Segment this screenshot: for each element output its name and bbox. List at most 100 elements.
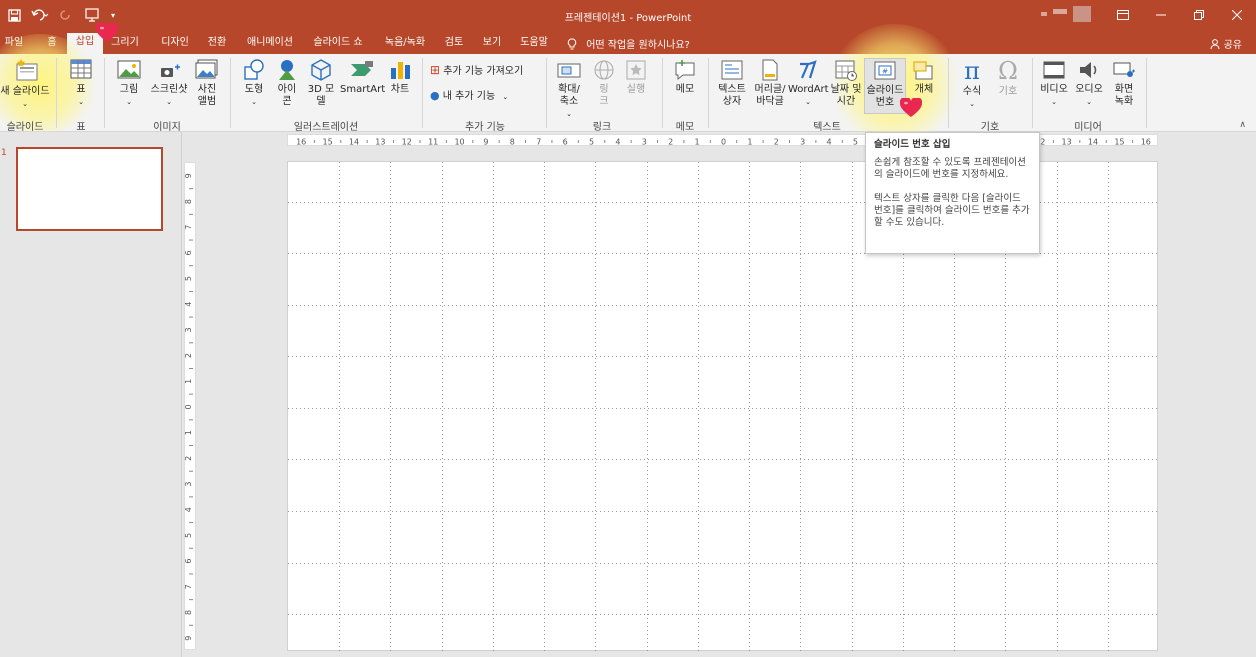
dropdown-arrow-icon: ⌄ xyxy=(1051,98,1057,106)
object-icon xyxy=(913,61,933,80)
ruler-label: 6 xyxy=(185,250,193,255)
icons-label: 아이콘 xyxy=(277,84,297,107)
group-label-comments: 메모 xyxy=(675,122,695,133)
ruler-label: 13 xyxy=(1062,138,1072,147)
calendar-icon xyxy=(835,60,857,81)
tab-slideshow[interactable]: 슬라이드 쇼 xyxy=(307,34,369,54)
header-footer-button[interactable]: 머리글/바닥글 xyxy=(750,58,790,108)
shapes-icon xyxy=(244,59,264,80)
3d-models-button[interactable]: 3D 모델 xyxy=(304,58,338,108)
action-button[interactable]: 실행 xyxy=(622,58,650,96)
comment-button[interactable]: 메모 xyxy=(668,58,702,96)
header-footer-label: 머리글/바닥글 xyxy=(754,84,786,107)
symbol-button[interactable]: Ω 기호 xyxy=(990,58,1026,98)
ruler-label: 1 xyxy=(747,138,752,147)
tell-me-box[interactable]: 어떤 작업을 원하시나요? xyxy=(567,36,690,51)
ribbon-display-options-icon[interactable] xyxy=(1104,0,1142,30)
picture-button[interactable]: 그림 ⌄ xyxy=(112,58,146,108)
ruler-label: 8 xyxy=(510,138,515,147)
link-label: 링크 xyxy=(599,84,609,107)
group-separator xyxy=(662,58,663,128)
ruler-label: 15 xyxy=(1114,138,1124,147)
tab-help[interactable]: 도움말 xyxy=(515,34,553,54)
audio-label: 오디오 xyxy=(1075,84,1103,95)
ruler-label: 9 xyxy=(185,636,193,641)
ruler-label: 9 xyxy=(185,173,193,178)
textbox-button[interactable]: 텍스트 상자 xyxy=(714,58,750,108)
screen-recording-button[interactable]: 화면 녹화 xyxy=(1108,58,1140,108)
heart-sticker-icon xyxy=(900,98,922,117)
ruler-label: 0 xyxy=(185,404,193,409)
film-icon xyxy=(1043,61,1065,79)
shapes-button[interactable]: 도형 ⌄ xyxy=(238,58,270,108)
wordart-button[interactable]: WordArt ⌄ xyxy=(788,58,829,108)
photo-album-button[interactable]: 사진 앨범 xyxy=(192,58,222,108)
share-button[interactable]: 공유 xyxy=(1210,36,1242,51)
puzzle-icon: ● xyxy=(430,89,440,102)
textbox-label: 텍스트 상자 xyxy=(718,84,746,107)
icons-button[interactable]: 아이콘 xyxy=(272,58,302,108)
slide-thumbnail-pane: 1 xyxy=(0,132,182,657)
smartart-button[interactable]: SmartArt xyxy=(340,58,385,96)
account-area[interactable] xyxy=(1041,6,1091,22)
get-addins-button[interactable]: ⊞ 추가 기능 가져오기 xyxy=(430,64,523,78)
screenshot-button[interactable]: 스크린샷 ⌄ xyxy=(146,58,192,108)
tab-animations[interactable]: 애니메이션 xyxy=(241,34,299,54)
slide-thumbnail[interactable] xyxy=(16,147,163,231)
tab-design[interactable]: 디자인 xyxy=(155,34,195,54)
link-button[interactable]: 링크 xyxy=(590,58,618,108)
equation-button[interactable]: π 수식 ⌄ xyxy=(954,58,990,110)
ruler-label: 12 xyxy=(402,138,412,147)
dropdown-arrow-icon: ⌄ xyxy=(251,98,257,106)
slide-number-label: 슬라이드 번호 xyxy=(866,85,904,108)
dropdown-arrow-icon: ⌄ xyxy=(566,110,572,118)
photo-album-icon xyxy=(195,59,218,79)
new-slide-icon xyxy=(16,59,38,81)
ruler-label: 8 xyxy=(185,199,193,204)
zoom-button[interactable]: 확대/축소 ⌄ xyxy=(552,58,586,120)
dropdown-arrow-icon: ⌄ xyxy=(969,100,975,108)
table-button[interactable]: 표 ⌄ xyxy=(64,58,98,108)
ruler-label: 8 xyxy=(185,610,193,615)
tab-recording[interactable]: 녹음/녹화 xyxy=(380,34,430,54)
ruler-label: 14 xyxy=(349,138,359,147)
video-button[interactable]: 비디오 ⌄ xyxy=(1036,58,1072,108)
group-separator xyxy=(230,58,231,128)
tab-review[interactable]: 검토 xyxy=(440,34,468,54)
tooltip-body-2: 텍스트 상자를 클릭한 다음 [슬라이드 번호]를 클릭하여 슬라이드 번호를 … xyxy=(874,193,1030,228)
ruler-label: 9 xyxy=(483,138,488,147)
tab-view[interactable]: 보기 xyxy=(478,34,506,54)
close-icon[interactable] xyxy=(1218,0,1256,30)
comment-icon xyxy=(675,60,695,81)
ruler-label: 3 xyxy=(185,327,193,332)
cube-icon xyxy=(311,59,331,81)
new-slide-button[interactable]: 새 슬라이드 ⌄ xyxy=(0,58,50,110)
comment-label: 메모 xyxy=(675,84,695,95)
table-icon xyxy=(70,59,92,79)
tab-transitions[interactable]: 전환 xyxy=(203,34,231,54)
dropdown-arrow-icon: ⌄ xyxy=(22,100,28,108)
group-label-illustrations: 일러스트레이션 xyxy=(293,122,359,133)
collapse-ribbon-icon[interactable]: ∧ xyxy=(1239,120,1246,130)
minimize-icon[interactable] xyxy=(1142,0,1180,30)
icons-icon xyxy=(279,60,295,80)
object-button[interactable]: 개체 xyxy=(908,58,940,96)
ruler-label: 16 xyxy=(1141,138,1151,147)
ruler-label: 13 xyxy=(375,138,385,147)
wordart-icon xyxy=(800,60,817,79)
ruler-label: 0 xyxy=(721,138,726,147)
group-separator xyxy=(1032,58,1033,128)
ruler-label: 14 xyxy=(1088,138,1098,147)
date-time-button[interactable]: 날짜 및 시간 xyxy=(828,58,864,108)
tooltip-body-1: 손쉽게 참조할 수 있도록 프레젠테이션의 슬라이드에 번호를 지정하세요. xyxy=(874,157,1026,180)
my-addins-button[interactable]: ● 내 추가 기능 ⌄ xyxy=(430,90,508,103)
vertical-ruler-scale: 9 8 7 6 5 4 3 2 1 0 1 2 3 4 5 6 7 8 9 xyxy=(185,173,193,641)
smartart-icon xyxy=(351,61,373,76)
omega-icon: Ω xyxy=(998,57,1018,85)
audio-button[interactable]: 오디오 ⌄ xyxy=(1072,58,1106,108)
video-label: 비디오 xyxy=(1040,84,1068,95)
zoom-icon xyxy=(557,63,581,78)
chart-button[interactable]: 차트 xyxy=(386,58,414,96)
restore-icon[interactable] xyxy=(1180,0,1218,30)
dropdown-arrow-icon: ⌄ xyxy=(126,98,132,106)
